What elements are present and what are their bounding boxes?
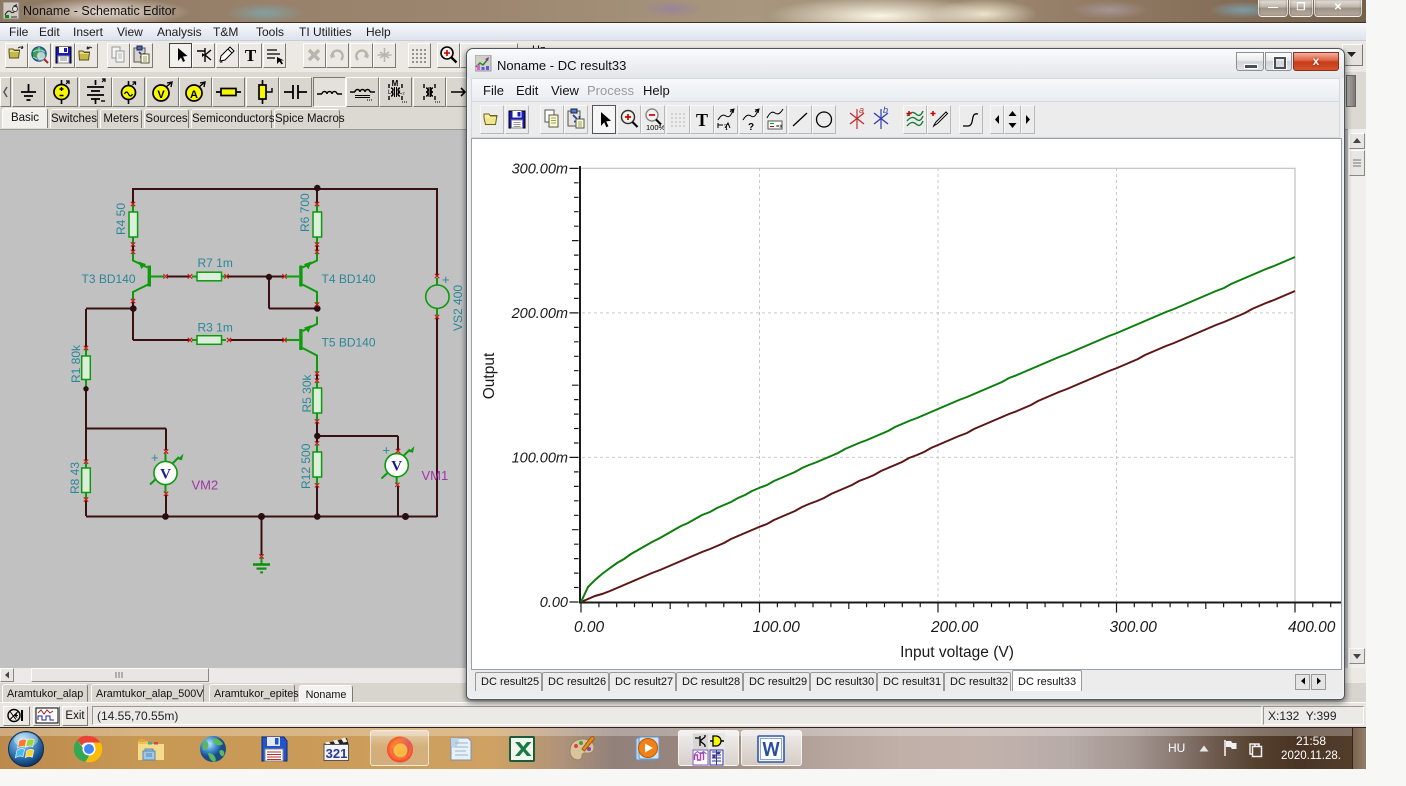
svg-text:300.00m: 300.00m: [512, 162, 568, 178]
svg-text:Input voltage (V): Input voltage (V): [900, 644, 1014, 661]
svg-text:100.00: 100.00: [753, 619, 801, 636]
svg-text:0.00: 0.00: [540, 595, 568, 611]
svg-text:b: b: [883, 105, 888, 115]
svg-text:T5 BD140: T5 BD140: [322, 336, 376, 350]
svg-text:R1 80k: R1 80k: [69, 344, 83, 383]
svg-text:+: +: [442, 272, 450, 287]
svg-text:R4 50: R4 50: [114, 203, 128, 235]
svg-text:+: +: [151, 450, 159, 465]
svg-text:+: +: [383, 443, 391, 458]
svg-text:VS2 400: VS2 400: [451, 285, 465, 331]
svg-text:M: M: [392, 79, 399, 88]
svg-text:R12 500: R12 500: [299, 443, 313, 489]
svg-text:T: T: [724, 123, 729, 132]
svg-text:?: ?: [748, 122, 754, 133]
svg-text:T4 BD140: T4 BD140: [322, 272, 376, 286]
svg-text:Output: Output: [481, 352, 498, 399]
svg-text:321: 321: [326, 746, 348, 761]
svg-text:R3 1m: R3 1m: [198, 321, 233, 335]
svg-text:T: T: [245, 46, 257, 65]
svg-text:R8 43: R8 43: [68, 462, 82, 494]
svg-text:200.00: 200.00: [930, 619, 979, 636]
svg-text:V: V: [157, 89, 165, 101]
svg-text:100.00m: 100.00m: [512, 451, 568, 467]
svg-text:400.00: 400.00: [1288, 619, 1336, 636]
svg-text:V: V: [391, 459, 402, 475]
svg-text:R7 1m: R7 1m: [198, 256, 233, 270]
svg-text:L₁: L₁: [388, 90, 393, 96]
svg-text:VM1: VM1: [422, 468, 449, 483]
svg-text:T3 BD140: T3 BD140: [82, 272, 136, 286]
svg-text:R5 30k: R5 30k: [300, 373, 314, 412]
svg-text:VM2: VM2: [192, 478, 219, 493]
svg-text:0.00: 0.00: [574, 619, 605, 636]
svg-text:A: A: [190, 89, 198, 101]
svg-text:100%: 100%: [646, 123, 664, 132]
svg-text:V: V: [160, 467, 171, 483]
svg-text:T: T: [695, 110, 707, 130]
svg-text:a: a: [859, 105, 864, 115]
svg-text:300.00: 300.00: [1110, 619, 1158, 636]
svg-text:=x: =x: [776, 124, 783, 130]
svg-text:200.00m: 200.00m: [511, 306, 568, 322]
svg-text:L₂: L₂: [399, 90, 405, 96]
svg-text:R6 700: R6 700: [298, 193, 312, 232]
